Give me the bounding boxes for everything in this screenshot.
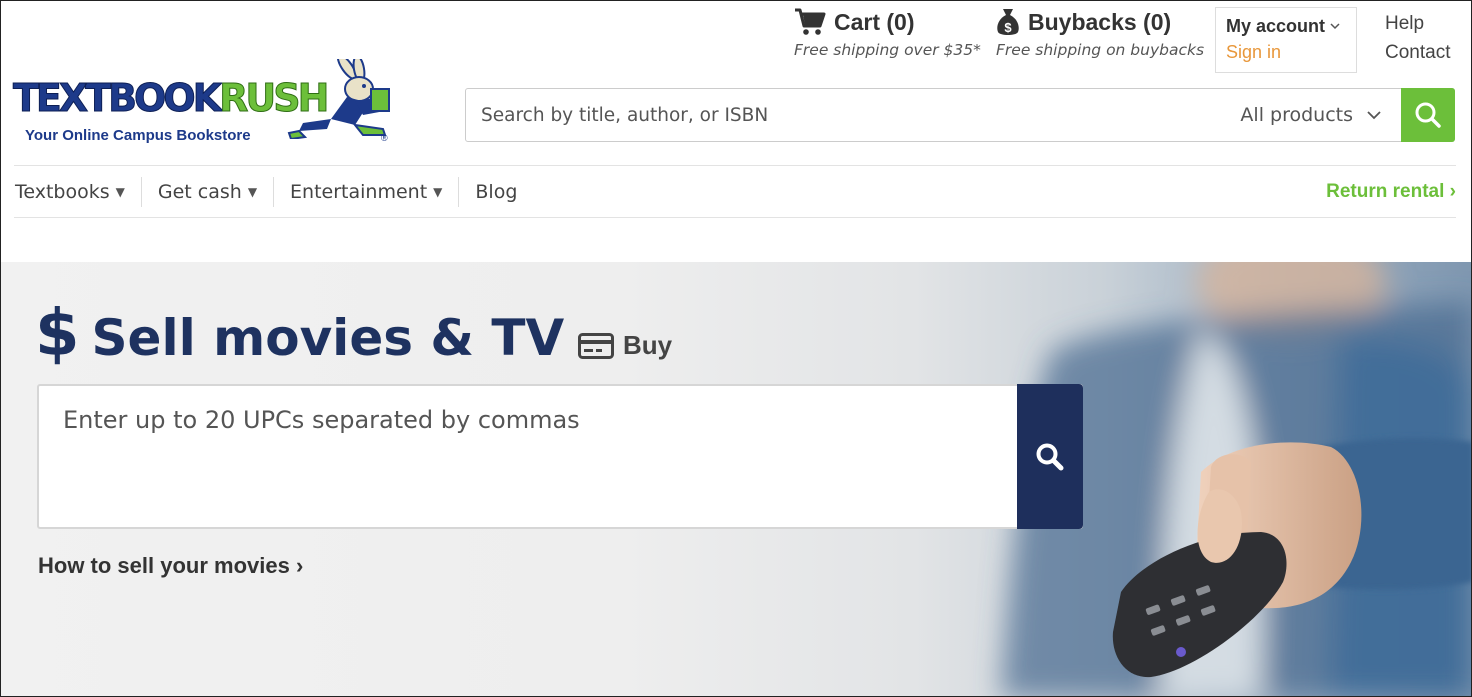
- sign-in-link[interactable]: Sign in: [1226, 42, 1346, 63]
- my-account-label: My account: [1226, 16, 1326, 36]
- logo-wordmark: TEXTBOOKRUSH: [12, 76, 329, 120]
- nav-item-entertainment[interactable]: Entertainment ▼: [273, 177, 458, 207]
- chevron-down-icon: [1330, 23, 1340, 30]
- upc-search-button[interactable]: [1017, 384, 1083, 529]
- search-input[interactable]: [466, 89, 1231, 141]
- account-box[interactable]: My account Sign in: [1215, 7, 1357, 73]
- category-select-value: All products: [1240, 104, 1353, 126]
- cart-icon: [795, 8, 826, 35]
- buybacks-label: Buybacks (0): [1028, 8, 1172, 35]
- my-account-dropdown[interactable]: My account: [1226, 16, 1346, 37]
- buybacks-link[interactable]: $ Buybacks (0) Free shipping on buybacks: [996, 7, 1205, 60]
- logo-tagline: Your Online Campus Bookstore: [25, 127, 251, 144]
- nav-item-label: Blog: [475, 181, 518, 203]
- category-select[interactable]: All products: [1230, 89, 1401, 141]
- upc-search-box: [37, 384, 1083, 529]
- cart-shipping-note: Free shipping over $35*: [794, 41, 981, 59]
- site-search: All products: [465, 88, 1455, 142]
- search-icon: [1036, 443, 1064, 470]
- money-bag-icon: $: [997, 9, 1019, 35]
- hero-banner: $ Sell movies & TV Buy How to sell your …: [1, 262, 1471, 696]
- nav-top-divider: [14, 165, 1456, 166]
- buy-tab-label: Buy: [623, 330, 673, 360]
- registered-mark: ®: [381, 133, 388, 143]
- nav-bottom-divider: [14, 217, 1456, 218]
- how-to-sell-link[interactable]: How to sell your movies ›: [38, 553, 303, 579]
- dollar-icon: $: [35, 297, 80, 371]
- nav-item-get-cash[interactable]: Get cash ▼: [140, 177, 273, 207]
- nav-item-label: Textbooks: [15, 181, 110, 203]
- search-button[interactable]: [1401, 88, 1455, 142]
- nav-item-label: Get cash: [157, 181, 242, 203]
- help-link[interactable]: Help: [1385, 9, 1450, 38]
- nav-item-blog[interactable]: Blog: [458, 177, 533, 207]
- nav-item-label: Entertainment: [290, 181, 428, 203]
- caret-down-icon: ▼: [115, 185, 125, 199]
- return-rental-link[interactable]: Return rental ›: [1326, 181, 1456, 203]
- contact-link[interactable]: Contact: [1385, 38, 1450, 67]
- search-icon: [1415, 102, 1441, 128]
- site-logo[interactable]: TEXTBOOKRUSH Your Online Campus Bookstor…: [12, 57, 393, 147]
- page-frame: TEXTBOOKRUSH Your Online Campus Bookstor…: [0, 0, 1472, 697]
- hero-title: $ Sell movies & TV: [35, 302, 564, 366]
- chevron-down-icon: [1367, 110, 1381, 119]
- buy-tab[interactable]: Buy: [578, 330, 672, 361]
- nav-item-textbooks[interactable]: Textbooks ▼: [14, 177, 141, 207]
- help-links: Help Contact: [1385, 9, 1450, 67]
- credit-card-icon: [578, 332, 614, 359]
- caret-down-icon: ▼: [247, 185, 258, 199]
- cart-link[interactable]: Cart (0) Free shipping over $35*: [794, 7, 981, 59]
- svg-text:$: $: [1004, 20, 1012, 35]
- cart-label: Cart (0): [834, 8, 915, 35]
- rabbit-mascot-icon: [287, 59, 390, 139]
- logo-text-textbook: TEXTBOOK: [12, 76, 222, 120]
- caret-down-icon: ▼: [433, 185, 443, 199]
- main-nav: Textbooks ▼ Get cash ▼ Entertainment ▼ B…: [14, 167, 1456, 217]
- buybacks-shipping-note: Free shipping on buybacks: [996, 41, 1205, 59]
- page-title: Sell movies & TV: [91, 309, 565, 367]
- upc-input[interactable]: [39, 386, 1017, 527]
